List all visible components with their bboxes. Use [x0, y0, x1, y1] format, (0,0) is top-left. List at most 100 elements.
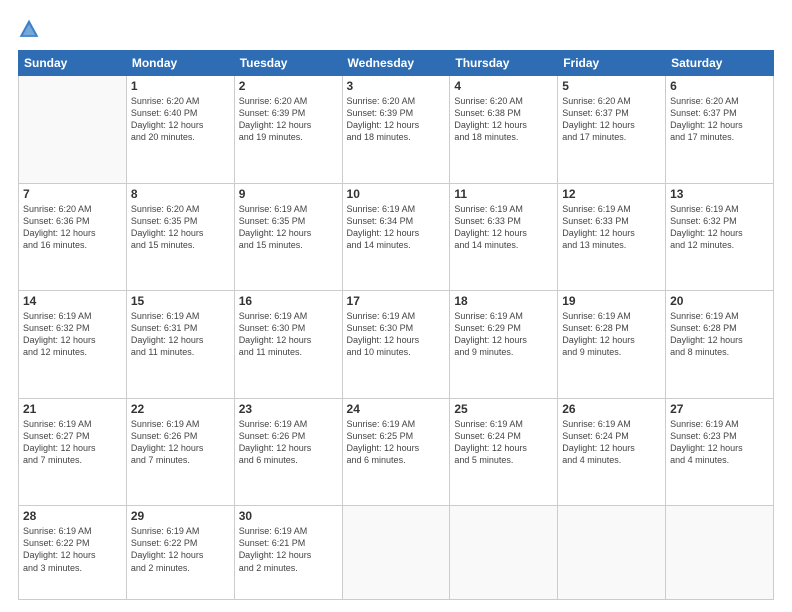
- day-info: Sunrise: 6:19 AM Sunset: 6:32 PM Dayligh…: [23, 310, 122, 359]
- day-info: Sunrise: 6:19 AM Sunset: 6:27 PM Dayligh…: [23, 418, 122, 467]
- logo: [18, 18, 44, 40]
- day-number: 25: [454, 402, 553, 416]
- calendar-cell: 10Sunrise: 6:19 AM Sunset: 6:34 PM Dayli…: [342, 183, 450, 291]
- day-info: Sunrise: 6:20 AM Sunset: 6:36 PM Dayligh…: [23, 203, 122, 252]
- day-info: Sunrise: 6:19 AM Sunset: 6:25 PM Dayligh…: [347, 418, 446, 467]
- day-header-wednesday: Wednesday: [342, 51, 450, 76]
- calendar-table: SundayMondayTuesdayWednesdayThursdayFrid…: [18, 50, 774, 600]
- day-info: Sunrise: 6:19 AM Sunset: 6:26 PM Dayligh…: [131, 418, 230, 467]
- day-header-thursday: Thursday: [450, 51, 558, 76]
- day-number: 10: [347, 187, 446, 201]
- calendar-cell: [19, 76, 127, 184]
- calendar-cell: 15Sunrise: 6:19 AM Sunset: 6:31 PM Dayli…: [126, 291, 234, 399]
- day-info: Sunrise: 6:19 AM Sunset: 6:32 PM Dayligh…: [670, 203, 769, 252]
- day-number: 19: [562, 294, 661, 308]
- day-number: 17: [347, 294, 446, 308]
- day-number: 23: [239, 402, 338, 416]
- day-info: Sunrise: 6:19 AM Sunset: 6:30 PM Dayligh…: [347, 310, 446, 359]
- calendar-cell: 25 Sunrise: 6:19 AM Sunset: 6:24 PM Dayli…: [450, 398, 558, 506]
- calendar-week-row: 1 Sunrise: 6:20 AM Sunset: 6:40 PM Daylig…: [19, 76, 774, 184]
- day-header-saturday: Saturday: [666, 51, 774, 76]
- day-number: 18: [454, 294, 553, 308]
- day-info: Sunrise: 6:20 AM Sunset: 6:39 PM Dayligh…: [347, 95, 446, 144]
- day-number: 4: [454, 79, 553, 93]
- day-number: 3: [347, 79, 446, 93]
- day-number: 14: [23, 294, 122, 308]
- day-info: Sunrise: 6:19 AM Sunset: 6:24 PM Dayligh…: [562, 418, 661, 467]
- day-info: Sunrise: 6:20 AM Sunset: 6:40 PM Dayligh…: [131, 95, 230, 144]
- calendar-week-row: 7 Sunrise: 6:20 AM Sunset: 6:36 PM Daylig…: [19, 183, 774, 291]
- day-number: 1: [131, 79, 230, 93]
- day-info: Sunrise: 6:20 AM Sunset: 6:37 PM Dayligh…: [562, 95, 661, 144]
- day-number: 28: [23, 509, 122, 523]
- day-header-sunday: Sunday: [19, 51, 127, 76]
- day-info: Sunrise: 6:19 AM Sunset: 6:23 PM Dayligh…: [670, 418, 769, 467]
- day-info: Sunrise: 6:20 AM Sunset: 6:39 PM Dayligh…: [239, 95, 338, 144]
- calendar-cell: 26 Sunrise: 6:19 AM Sunset: 6:24 PM Dayli…: [558, 398, 666, 506]
- calendar-cell: 14 Sunrise: 6:19 AM Sunset: 6:32 PM Dayli…: [19, 291, 127, 399]
- day-info: Sunrise: 6:19 AM Sunset: 6:33 PM Dayligh…: [454, 203, 553, 252]
- calendar-cell: [666, 506, 774, 600]
- day-number: 21: [23, 402, 122, 416]
- calendar-cell: [342, 506, 450, 600]
- calendar-cell: 8 Sunrise: 6:20 AM Sunset: 6:35 PM Daylig…: [126, 183, 234, 291]
- day-info: Sunrise: 6:19 AM Sunset: 6:21 PM Dayligh…: [239, 525, 338, 574]
- day-number: 20: [670, 294, 769, 308]
- calendar-cell: 27 Sunrise: 6:19 AM Sunset: 6:23 PM Dayli…: [666, 398, 774, 506]
- day-number: 5: [562, 79, 661, 93]
- calendar-week-row: 28 Sunrise: 6:19 AM Sunset: 6:22 PM Dayli…: [19, 506, 774, 600]
- calendar-cell: 13 Sunrise: 6:19 AM Sunset: 6:32 PM Dayli…: [666, 183, 774, 291]
- calendar-cell: 1 Sunrise: 6:20 AM Sunset: 6:40 PM Daylig…: [126, 76, 234, 184]
- calendar-cell: 16 Sunrise: 6:19 AM Sunset: 6:30 PM Dayli…: [234, 291, 342, 399]
- calendar-cell: 30 Sunrise: 6:19 AM Sunset: 6:21 PM Dayli…: [234, 506, 342, 600]
- day-header-tuesday: Tuesday: [234, 51, 342, 76]
- calendar-cell: [558, 506, 666, 600]
- calendar-header-row: SundayMondayTuesdayWednesdayThursdayFrid…: [19, 51, 774, 76]
- day-number: 26: [562, 402, 661, 416]
- calendar-cell: 24 Sunrise: 6:19 AM Sunset: 6:25 PM Dayli…: [342, 398, 450, 506]
- calendar-cell: 20 Sunrise: 6:19 AM Sunset: 6:28 PM Dayli…: [666, 291, 774, 399]
- calendar-cell: 12Sunrise: 6:19 AM Sunset: 6:33 PM Dayli…: [558, 183, 666, 291]
- day-info: Sunrise: 6:19 AM Sunset: 6:22 PM Dayligh…: [23, 525, 122, 574]
- day-number: 22: [131, 402, 230, 416]
- calendar-cell: 17 Sunrise: 6:19 AM Sunset: 6:30 PM Dayli…: [342, 291, 450, 399]
- day-number: 16: [239, 294, 338, 308]
- calendar-cell: 29 Sunrise: 6:19 AM Sunset: 6:22 PM Dayli…: [126, 506, 234, 600]
- day-number: 2: [239, 79, 338, 93]
- calendar-cell: 3 Sunrise: 6:20 AM Sunset: 6:39 PM Daylig…: [342, 76, 450, 184]
- day-number: 24: [347, 402, 446, 416]
- day-number: 12: [562, 187, 661, 201]
- day-info: Sunrise: 6:19 AM Sunset: 6:29 PM Dayligh…: [454, 310, 553, 359]
- calendar-cell: 18 Sunrise: 6:19 AM Sunset: 6:29 PM Dayli…: [450, 291, 558, 399]
- day-header-friday: Friday: [558, 51, 666, 76]
- calendar-week-row: 14 Sunrise: 6:19 AM Sunset: 6:32 PM Dayli…: [19, 291, 774, 399]
- page: SundayMondayTuesdayWednesdayThursdayFrid…: [0, 0, 792, 612]
- day-info: Sunrise: 6:20 AM Sunset: 6:37 PM Dayligh…: [670, 95, 769, 144]
- calendar-cell: 4 Sunrise: 6:20 AM Sunset: 6:38 PM Daylig…: [450, 76, 558, 184]
- day-info: Sunrise: 6:19 AM Sunset: 6:28 PM Dayligh…: [670, 310, 769, 359]
- day-info: Sunrise: 6:19 AM Sunset: 6:35 PM Dayligh…: [239, 203, 338, 252]
- calendar-cell: 7 Sunrise: 6:20 AM Sunset: 6:36 PM Daylig…: [19, 183, 127, 291]
- day-number: 6: [670, 79, 769, 93]
- calendar-cell: [450, 506, 558, 600]
- day-number: 30: [239, 509, 338, 523]
- calendar-cell: 2 Sunrise: 6:20 AM Sunset: 6:39 PM Daylig…: [234, 76, 342, 184]
- day-info: Sunrise: 6:19 AM Sunset: 6:30 PM Dayligh…: [239, 310, 338, 359]
- calendar-cell: 23 Sunrise: 6:19 AM Sunset: 6:26 PM Dayli…: [234, 398, 342, 506]
- calendar-cell: 28 Sunrise: 6:19 AM Sunset: 6:22 PM Dayli…: [19, 506, 127, 600]
- day-number: 7: [23, 187, 122, 201]
- day-number: 13: [670, 187, 769, 201]
- day-number: 29: [131, 509, 230, 523]
- day-info: Sunrise: 6:19 AM Sunset: 6:26 PM Dayligh…: [239, 418, 338, 467]
- day-number: 27: [670, 402, 769, 416]
- calendar-cell: 5 Sunrise: 6:20 AM Sunset: 6:37 PM Daylig…: [558, 76, 666, 184]
- calendar-cell: 22 Sunrise: 6:19 AM Sunset: 6:26 PM Dayli…: [126, 398, 234, 506]
- day-info: Sunrise: 6:19 AM Sunset: 6:22 PM Dayligh…: [131, 525, 230, 574]
- day-number: 8: [131, 187, 230, 201]
- day-number: 9: [239, 187, 338, 201]
- day-info: Sunrise: 6:19 AM Sunset: 6:24 PM Dayligh…: [454, 418, 553, 467]
- day-info: Sunrise: 6:20 AM Sunset: 6:35 PM Dayligh…: [131, 203, 230, 252]
- day-info: Sunrise: 6:20 AM Sunset: 6:38 PM Dayligh…: [454, 95, 553, 144]
- calendar-cell: 11 Sunrise: 6:19 AM Sunset: 6:33 PM Dayli…: [450, 183, 558, 291]
- day-number: 11: [454, 187, 553, 201]
